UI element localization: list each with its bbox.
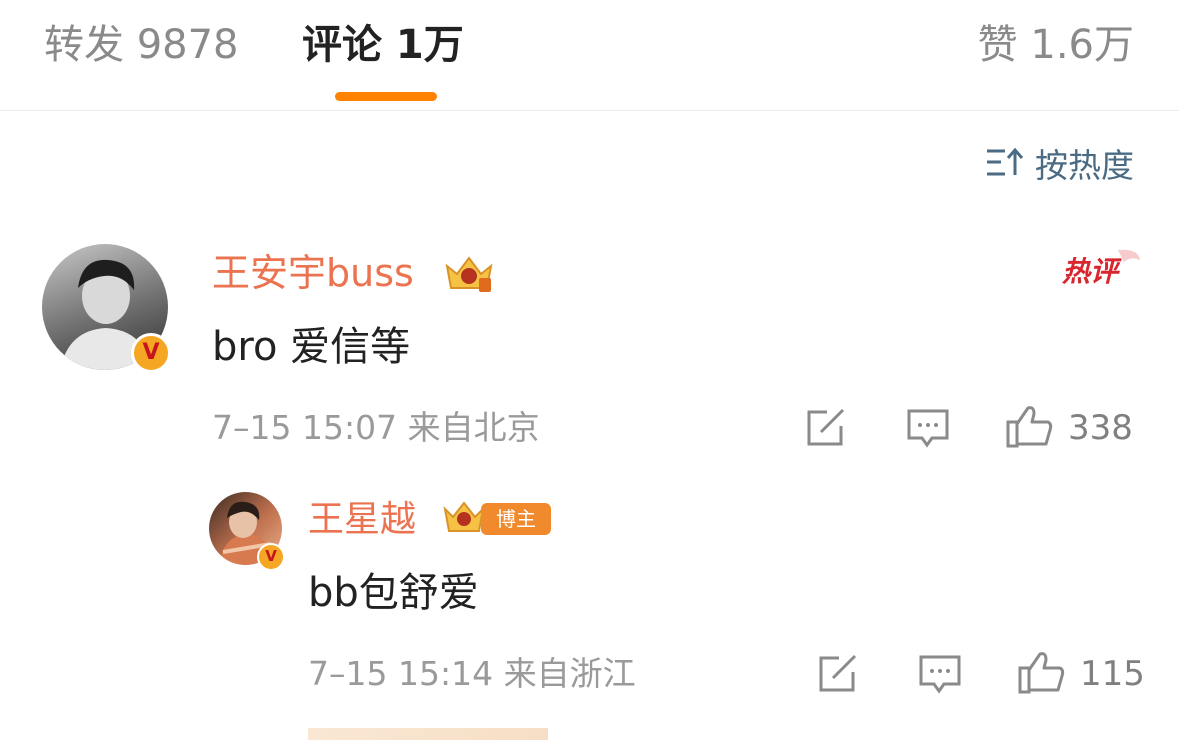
reply-meta: 7–15 15:14 来自浙江 <box>308 654 636 693</box>
reply-comment-icon[interactable] <box>918 654 962 694</box>
repost-icon[interactable] <box>805 408 847 448</box>
sort-toggle[interactable]: 按热度 <box>985 142 1134 185</box>
comment-meta: 7–15 15:07 来自北京 <box>212 408 540 447</box>
verified-badge-icon: V <box>131 333 171 373</box>
crown-badge-icon <box>445 256 493 292</box>
reply-text: bb包舒爱 <box>308 570 479 616</box>
comment-icon[interactable] <box>906 408 950 448</box>
tab-bar: 转发 9878 评论 1万 赞 1.6万 <box>0 0 1179 111</box>
hot-comment-label: 热评 <box>1062 255 1119 288</box>
next-reply-preview <box>308 728 548 740</box>
reply-like-count: 115 <box>1080 654 1145 694</box>
tab-likes[interactable]: 赞 1.6万 <box>978 20 1134 70</box>
blogger-badge: 博主 <box>481 503 551 535</box>
active-tab-indicator <box>335 92 437 101</box>
like-icon[interactable] <box>1006 404 1054 448</box>
sort-icon <box>987 147 1023 176</box>
like-count: 338 <box>1068 408 1133 448</box>
reply-verified-badge-icon: V <box>257 543 285 571</box>
comment-text: bro 爱信等 <box>212 324 411 370</box>
tab-repost[interactable]: 转发 9878 <box>44 20 239 70</box>
sort-label: 按热度 <box>1035 146 1134 185</box>
reply-username[interactable]: 王星越 <box>308 497 416 543</box>
tab-comments[interactable]: 评论 1万 <box>302 20 464 70</box>
comment-username[interactable]: 王安宇buss <box>212 250 414 296</box>
reply-repost-icon[interactable] <box>817 654 859 694</box>
hot-comment-badge: 热评 <box>1058 246 1142 296</box>
reply-like-icon[interactable] <box>1018 650 1066 694</box>
